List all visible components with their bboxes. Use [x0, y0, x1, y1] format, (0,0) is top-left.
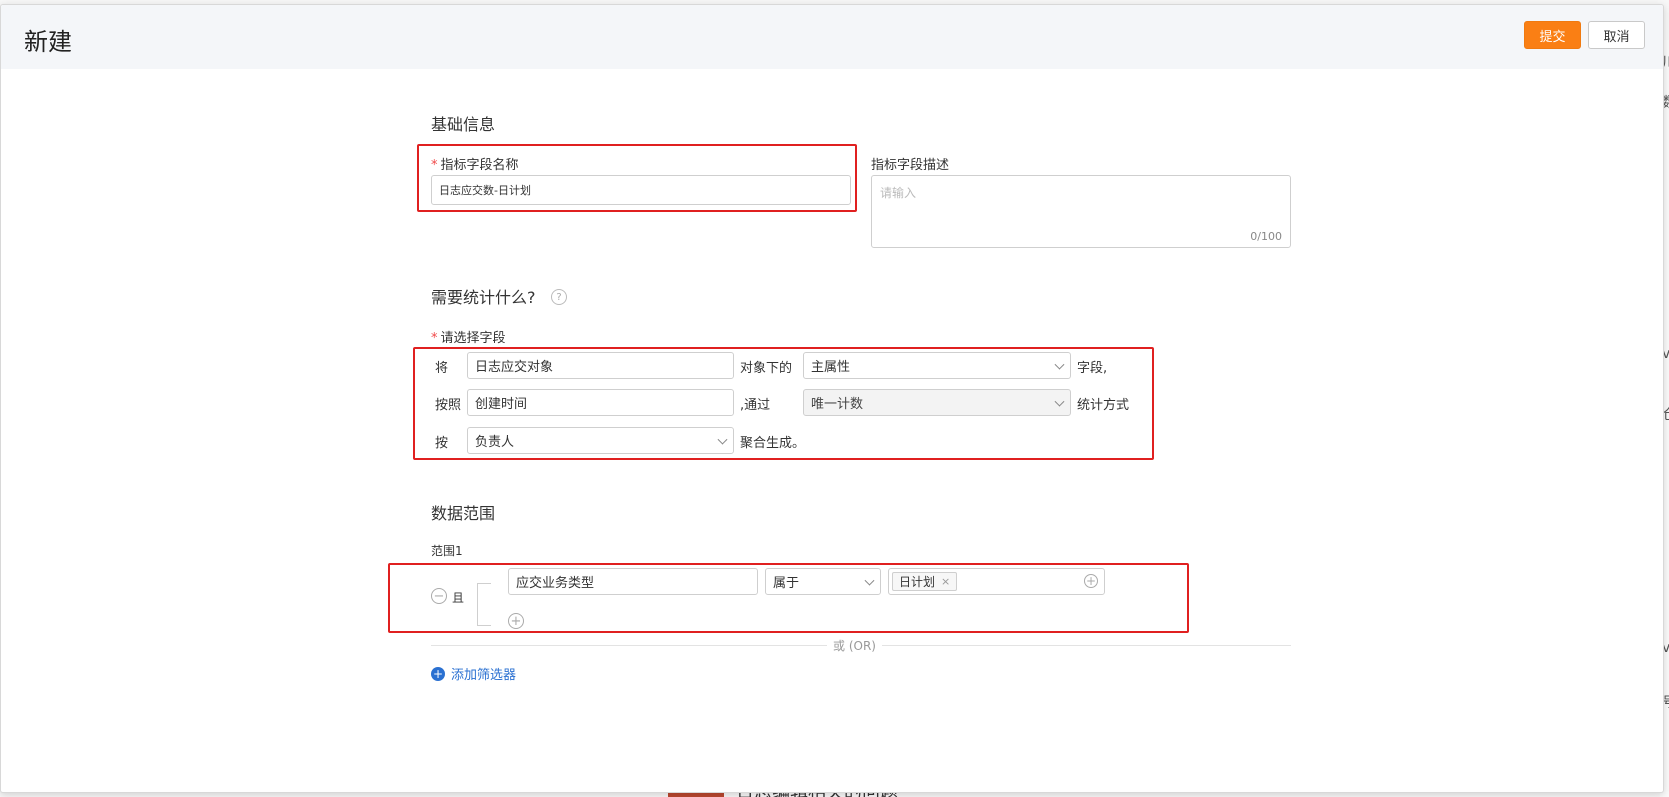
- basic-info-title: 基础信息: [431, 115, 496, 134]
- dialog-title: 新建: [24, 28, 72, 56]
- stats-title: 需要统计什么?: [431, 288, 536, 307]
- add-filter-link[interactable]: + 添加筛选器: [431, 664, 516, 683]
- desc-char-counter: 0/100: [1250, 230, 1282, 243]
- desc-field-label: 指标字段描述: [871, 158, 950, 173]
- data-range-title: 数据范围: [431, 504, 496, 523]
- or-label: 或 (OR): [827, 637, 882, 654]
- add-filter-icon: +: [431, 666, 445, 681]
- desc-placeholder: 请输入: [880, 186, 917, 200]
- range-label: 范围1: [431, 544, 463, 558]
- desc-textarea[interactable]: 请输入 0/100: [871, 175, 1291, 248]
- cancel-button[interactable]: 取消: [1588, 21, 1645, 49]
- select-field-label-text: 请选择字段: [440, 331, 506, 346]
- highlight-box-stats: [413, 347, 1154, 460]
- help-icon[interactable]: ?: [551, 289, 567, 305]
- new-dialog: 新建 提交 取消 基础信息 * 指标字段名称 日志应交数-日计划 指标字段描述 请…: [0, 4, 1664, 793]
- required-mark: *: [431, 331, 438, 346]
- add-filter-label: 添加筛选器: [451, 668, 517, 683]
- dialog-header: 新建 提交 取消: [1, 5, 1663, 69]
- select-field-label: * 请选择字段: [431, 327, 506, 346]
- highlight-box-range: [388, 563, 1189, 633]
- submit-button[interactable]: 提交: [1524, 21, 1581, 49]
- highlight-box-name: [417, 144, 857, 212]
